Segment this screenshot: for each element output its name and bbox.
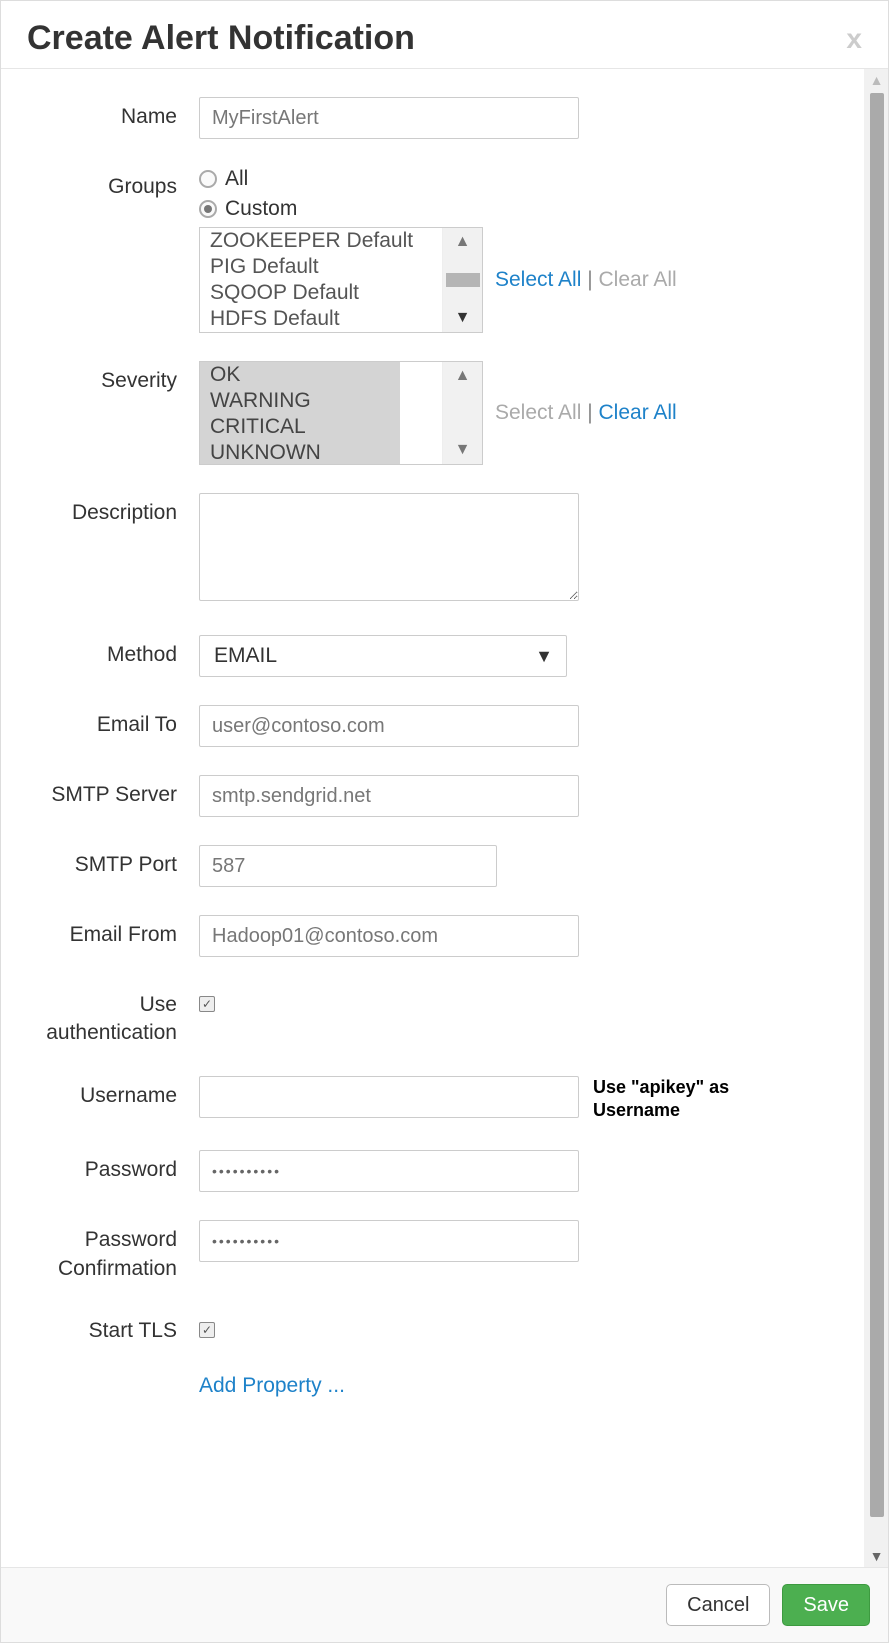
select-all-link[interactable]: Select All [495,401,581,424]
modal-scrollbar[interactable]: ▲ ▼ [864,69,888,1567]
chevron-up-icon[interactable]: ▲ [455,228,471,256]
groups-listbox[interactable]: ZOOKEEPER Default PIG Default SQOOP Defa… [199,227,483,333]
modal-footer: Cancel Save [1,1567,888,1642]
modal-header: Create Alert Notification x [1,1,888,69]
scroll-thumb[interactable] [446,273,480,287]
cancel-button[interactable]: Cancel [666,1584,770,1626]
description-textarea[interactable] [199,493,579,601]
list-item[interactable]: PIG Default [200,254,430,280]
label-smtp-server: SMTP Server [13,775,199,809]
row-groups: Groups All Custom ZOOKEEPER Default [13,167,828,333]
label-email-to: Email To [13,705,199,739]
save-button[interactable]: Save [782,1584,870,1626]
method-value: EMAIL [214,644,277,668]
create-alert-modal: Create Alert Notification x Name Groups … [0,0,889,1643]
label-groups: Groups [13,167,199,201]
label-email-from: Email From [13,915,199,949]
smtp-port-input[interactable] [199,845,497,887]
name-input[interactable] [199,97,579,139]
list-item[interactable]: WARNING [200,388,400,414]
row-username: Username Use "apikey" as Username [13,1076,828,1123]
list-item[interactable]: SQOOP Default [200,280,430,306]
list-item[interactable]: OK [200,362,400,388]
label-description: Description [13,493,199,527]
row-method: Method EMAIL ▼ [13,635,828,677]
list-item[interactable]: UNKNOWN [200,440,400,464]
row-password-confirm: Password Confirmation [13,1220,828,1283]
clear-all-link[interactable]: Clear All [599,268,677,291]
list-item[interactable]: ZOOKEEPER Default [200,228,430,254]
label-use-auth: Use authentication [13,985,199,1048]
password-confirm-input[interactable] [199,1220,579,1262]
chevron-up-icon[interactable]: ▲ [455,362,471,390]
start-tls-checkbox[interactable]: ✓ [199,1322,215,1338]
row-description: Description [13,493,828,607]
list-item[interactable]: HDFS Default [200,306,430,332]
radio-icon [199,200,217,218]
row-severity: Severity OK WARNING CRITICAL UNKNOWN [13,361,828,465]
radio-icon [199,170,217,188]
label-password: Password [13,1150,199,1184]
email-to-input[interactable] [199,705,579,747]
label-password-confirm: Password Confirmation [13,1220,199,1283]
select-all-link[interactable]: Select All [495,268,581,291]
label-smtp-port: SMTP Port [13,845,199,879]
modal-body-wrap: Name Groups All Custom [1,69,888,1567]
severity-helper-links: Select All | Clear All [495,401,677,425]
label-start-tls: Start TLS [13,1311,199,1345]
smtp-server-input[interactable] [199,775,579,817]
radio-custom-label: Custom [225,197,297,221]
row-email-from: Email From [13,915,828,957]
close-icon[interactable]: x [846,23,862,55]
row-smtp-server: SMTP Server [13,775,828,817]
row-use-auth: Use authentication ✓ [13,985,828,1048]
scroll-thumb[interactable] [870,93,884,1517]
row-add-property: Add Property ... [13,1374,828,1398]
severity-listbox[interactable]: OK WARNING CRITICAL UNKNOWN ▲ ▼ [199,361,483,465]
chevron-down-icon: ▼ [535,646,553,667]
clear-all-link[interactable]: Clear All [599,401,677,424]
chevron-up-icon[interactable]: ▲ [870,73,884,87]
chevron-down-icon[interactable]: ▼ [870,1549,884,1563]
row-name: Name [13,97,828,139]
password-input[interactable] [199,1150,579,1192]
radio-groups-all[interactable]: All [199,167,828,191]
method-select[interactable]: EMAIL ▼ [199,635,567,677]
label-method: Method [13,635,199,669]
add-property-link[interactable]: Add Property ... [199,1374,345,1397]
modal-title: Create Alert Notification [27,19,415,58]
listbox-scrollbar[interactable]: ▲ ▼ [442,228,482,332]
listbox-scrollbar[interactable]: ▲ ▼ [442,362,482,464]
username-input[interactable] [199,1076,579,1118]
row-start-tls: Start TLS ✓ [13,1311,828,1345]
use-auth-checkbox[interactable]: ✓ [199,996,215,1012]
username-annotation: Use "apikey" as Username [593,1076,763,1123]
chevron-down-icon[interactable]: ▼ [455,436,471,464]
email-from-input[interactable] [199,915,579,957]
list-item[interactable]: CRITICAL [200,414,400,440]
radio-all-label: All [225,167,248,191]
chevron-down-icon[interactable]: ▼ [455,304,471,332]
label-name: Name [13,97,199,131]
radio-groups-custom[interactable]: Custom [199,197,828,221]
label-username: Username [13,1076,199,1110]
groups-helper-links: Select All | Clear All [495,268,677,292]
modal-body: Name Groups All Custom [1,69,864,1567]
row-password: Password [13,1150,828,1192]
row-smtp-port: SMTP Port [13,845,828,887]
row-email-to: Email To [13,705,828,747]
label-severity: Severity [13,361,199,395]
